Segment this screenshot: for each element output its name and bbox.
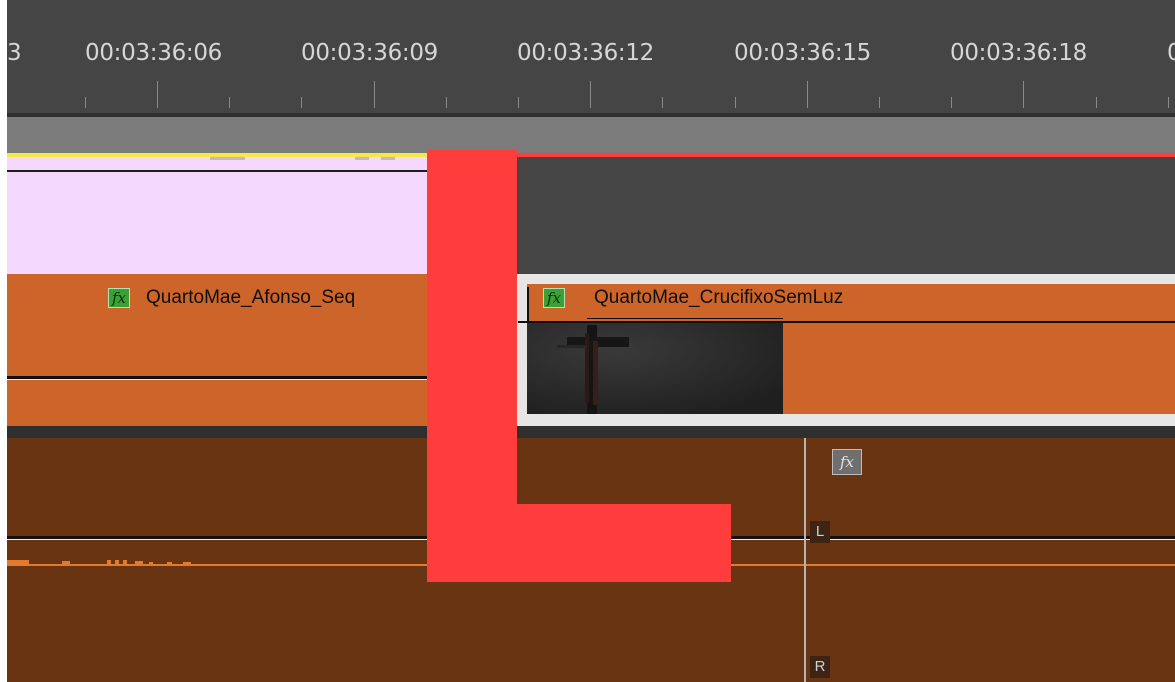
- minor-tick: [445, 97, 447, 108]
- minor-tick: [734, 97, 736, 108]
- clip-thumbnail: [527, 323, 783, 414]
- channel-left-label: L: [810, 521, 830, 543]
- ruler-timecode: 00:03:36:15: [734, 40, 872, 66]
- major-tick: [806, 81, 808, 108]
- ruler-timecode: 3: [7, 40, 22, 66]
- work-area-bar[interactable]: [7, 117, 1175, 154]
- minor-tick: [229, 97, 231, 108]
- major-tick: [157, 81, 158, 108]
- window-edge: [0, 0, 7, 682]
- name-underline: [587, 318, 783, 319]
- keyframe-marker: [355, 157, 369, 160]
- rubber-band-highlight: [7, 379, 427, 380]
- fx-badge-icon[interactable]: fx: [832, 449, 862, 475]
- ruler-timecode: 00:03:36:06: [85, 40, 223, 66]
- crucifix-thumbnail-image: [527, 323, 783, 414]
- minor-tick: [951, 97, 953, 108]
- render-status-line: [517, 153, 1175, 157]
- audio-waveform: [7, 560, 191, 566]
- minor-tick: [662, 97, 664, 108]
- major-tick: [373, 81, 375, 108]
- time-ruler[interactable]: 3 00:03:36:06 00:03:36:09 00:03:36:12 00…: [7, 0, 1175, 115]
- minor-tick: [84, 97, 86, 108]
- in-out-range-line: [7, 153, 427, 157]
- keyframe-marker: [210, 157, 245, 160]
- minor-tick: [879, 97, 880, 108]
- playhead-line[interactable]: [804, 438, 806, 682]
- ruler-timecode: 00:03:36:18: [950, 40, 1088, 66]
- clip-name: QuartoMae_CrucifixoSemLuz: [594, 287, 844, 308]
- minor-tick: [1167, 97, 1169, 108]
- track-separator: [7, 426, 1175, 438]
- fx-badge-icon[interactable]: fx: [108, 288, 130, 308]
- minor-tick: [1095, 97, 1097, 108]
- ruler-timecode: 00:03:36:12: [517, 40, 655, 66]
- clip-start-marker: [527, 287, 529, 321]
- ruler-timecode: 0: [1167, 40, 1175, 66]
- minor-tick: [301, 97, 303, 108]
- channel-right-label: R: [810, 656, 830, 678]
- opacity-rubber-band[interactable]: [7, 170, 427, 172]
- fx-badge-icon[interactable]: fx: [543, 288, 565, 308]
- clip-name: QuartoMae_Afonso_Seq: [146, 287, 356, 308]
- minor-tick: [518, 97, 519, 108]
- major-tick: [590, 81, 592, 108]
- l-shape-annotation-horizontal: [427, 504, 731, 582]
- adjustment-layer-clip[interactable]: [7, 157, 427, 274]
- ruler-timecode: 00:03:36:09: [301, 40, 439, 66]
- major-tick: [1023, 81, 1025, 108]
- keyframe-marker: [381, 157, 395, 160]
